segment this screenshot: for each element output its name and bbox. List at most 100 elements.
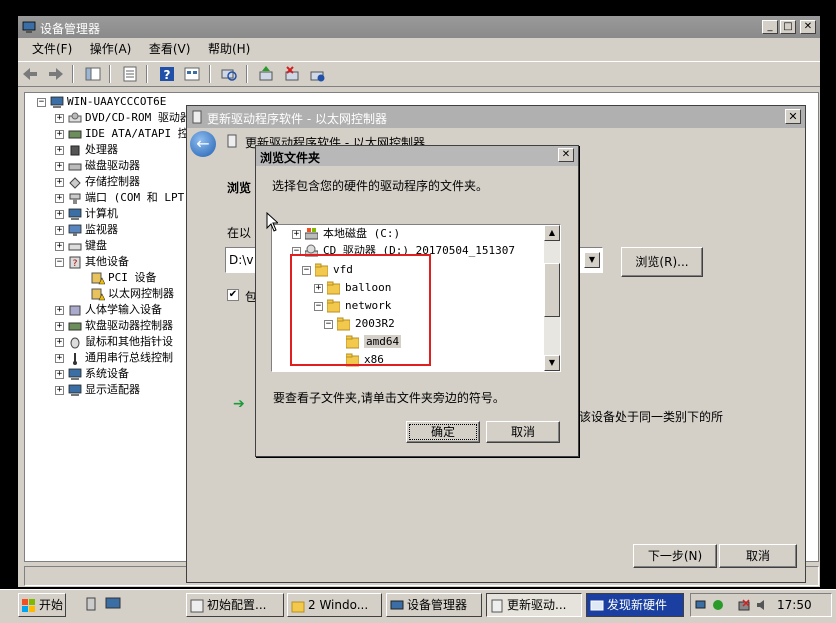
close-button[interactable]: ✕: [558, 148, 574, 162]
system-device-icon: [68, 368, 82, 381]
tree-item-usb[interactable]: + 通用串行总线控制: [55, 350, 173, 366]
taskbar-item-windows-group[interactable]: 2 Windo...: [287, 593, 382, 617]
cancel-button[interactable]: 取消: [486, 421, 560, 443]
scroll-down-icon[interactable]: ▼: [544, 355, 560, 371]
tree-item-ports[interactable]: + 端口 (COM 和 LPT: [55, 190, 184, 206]
tree-item-floppy[interactable]: + 软盘驱动器控制器: [55, 318, 173, 334]
tree-item-label: 以太网控制器: [108, 287, 174, 300]
taskbar-item-label: 2 Windo...: [308, 598, 369, 612]
expand-icon[interactable]: +: [55, 209, 64, 219]
ok-button[interactable]: 确定: [406, 421, 480, 443]
include-subfolders-checkbox[interactable]: ✔: [227, 289, 239, 301]
expand-icon[interactable]: +: [55, 385, 64, 395]
device-icon: [227, 134, 237, 148]
expand-icon[interactable]: +: [55, 337, 64, 347]
safely-remove-tray-icon[interactable]: [737, 598, 751, 612]
cancel-button[interactable]: 取消: [719, 544, 797, 568]
expand-icon[interactable]: +: [55, 161, 64, 171]
tree-item-ethernet-controller[interactable]: 以太网控制器: [91, 286, 174, 302]
tree-item-display[interactable]: + 显示适配器: [55, 382, 140, 398]
security-tray-icon[interactable]: [711, 598, 725, 612]
mouse-cursor-icon: [266, 212, 278, 232]
expand-icon[interactable]: +: [55, 305, 64, 315]
tree-item-local-disk[interactable]: + 本地磁盘 (C:): [292, 225, 400, 242]
toolbar-separator: [146, 65, 148, 83]
expand-icon[interactable]: +: [55, 225, 64, 235]
close-button[interactable]: ✕: [800, 20, 816, 34]
taskbar-item-update-driver[interactable]: 更新驱动...: [486, 593, 582, 617]
expand-icon[interactable]: +: [55, 145, 64, 155]
tree-item-ide[interactable]: + IDE ATA/ATAPI 控: [55, 126, 189, 142]
properties-icon[interactable]: [121, 65, 139, 83]
clock: 17:50: [777, 598, 812, 612]
tree-item-mouse[interactable]: + 鼠标和其他指针设: [55, 334, 173, 350]
expand-icon[interactable]: +: [55, 177, 64, 187]
menu-file[interactable]: 文件(F): [32, 39, 72, 59]
tree-item-processor[interactable]: + 处理器: [55, 142, 118, 158]
tree-item-dvd[interactable]: + DVD/CD-ROM 驱动器: [55, 110, 191, 126]
enable-device-icon[interactable]: [308, 65, 326, 83]
back-icon[interactable]: [21, 65, 39, 83]
dropdown-arrow-icon[interactable]: ▼: [584, 252, 600, 268]
scroll-thumb[interactable]: [544, 263, 560, 317]
expand-icon[interactable]: +: [55, 321, 64, 331]
expand-icon[interactable]: +: [55, 241, 64, 251]
tree-item-disk[interactable]: + 磁盘驱动器: [55, 158, 140, 174]
device-manager-title-bar[interactable]: 设备管理器 _ □ ✕: [18, 16, 820, 38]
expand-icon[interactable]: +: [55, 193, 64, 203]
highlight-box: [290, 254, 431, 366]
expand-icon[interactable]: +: [55, 129, 64, 139]
volume-tray-icon[interactable]: [755, 598, 769, 612]
tree-item-monitor[interactable]: + 监视器: [55, 222, 118, 238]
ide-controller-icon: [68, 128, 82, 141]
collapse-icon[interactable]: −: [55, 257, 64, 267]
taskbar-item-new-hardware[interactable]: 发现新硬件: [586, 593, 684, 617]
expand-icon[interactable]: +: [55, 369, 64, 379]
system-tray: 17:50: [690, 593, 832, 617]
green-arrow-icon: ➔: [233, 396, 245, 412]
browse-folder-title-bar[interactable]: 浏览文件夹 ✕: [256, 146, 578, 166]
folder-tree-scrollbar[interactable]: ▲ ▼: [544, 225, 560, 371]
menu-view[interactable]: 查看(V): [149, 39, 191, 59]
back-arrow-icon[interactable]: ←: [190, 131, 216, 157]
view-icon[interactable]: [183, 65, 201, 83]
tree-item-system[interactable]: + 系统设备: [55, 366, 129, 382]
server-manager-icon[interactable]: [84, 597, 98, 611]
toolbar: ?: [18, 61, 820, 87]
tree-root[interactable]: − WIN-UAAYCCCOT6E: [37, 94, 166, 110]
scroll-up-icon[interactable]: ▲: [544, 225, 560, 241]
tree-item-storage[interactable]: + 存储控制器: [55, 174, 140, 190]
minimize-button[interactable]: _: [762, 20, 778, 34]
tree-item-other-devices[interactable]: −? 其他设备: [55, 254, 129, 270]
menu-help[interactable]: 帮助(H): [208, 39, 250, 59]
help-icon[interactable]: ?: [158, 65, 176, 83]
network-tray-icon[interactable]: [695, 598, 709, 612]
browse-button[interactable]: 浏览(R)...: [621, 247, 703, 277]
start-button[interactable]: 开始: [18, 593, 66, 617]
update-driver-icon[interactable]: [257, 65, 275, 83]
tree-item-computer[interactable]: + 计算机: [55, 206, 118, 222]
port-icon: [68, 192, 82, 205]
taskbar-item-device-manager[interactable]: 设备管理器: [386, 593, 482, 617]
show-hide-tree-icon[interactable]: [84, 65, 102, 83]
maximize-button[interactable]: □: [780, 20, 796, 34]
tree-item-keyboard[interactable]: + 键盘: [55, 238, 107, 254]
scan-hardware-icon[interactable]: [220, 65, 238, 83]
tree-item-hid[interactable]: + 人体学输入设备: [55, 302, 162, 318]
uninstall-icon[interactable]: [283, 65, 301, 83]
display-adapter-icon: [68, 384, 82, 397]
usb-icon: [68, 352, 82, 365]
menu-action[interactable]: 操作(A): [90, 39, 132, 59]
expand-icon[interactable]: +: [55, 113, 64, 123]
next-button[interactable]: 下一步(N): [633, 544, 717, 568]
collapse-icon[interactable]: −: [37, 97, 46, 107]
close-button[interactable]: ✕: [785, 109, 801, 124]
expand-icon[interactable]: +: [55, 353, 64, 363]
browse-folder-dialog: 浏览文件夹 ✕ 选择包含您的硬件的驱动程序的文件夹。 + 本地磁盘 (C:) − C…: [255, 145, 579, 457]
show-desktop-icon[interactable]: [105, 597, 121, 611]
forward-icon[interactable]: [47, 65, 65, 83]
expand-icon[interactable]: +: [292, 229, 301, 239]
tree-item-pci-device[interactable]: PCI 设备: [91, 270, 157, 286]
update-driver-title-bar[interactable]: 更新驱动程序软件 - 以太网控制器 ✕: [187, 106, 805, 128]
taskbar-item-initial-config[interactable]: 初始配置...: [186, 593, 284, 617]
